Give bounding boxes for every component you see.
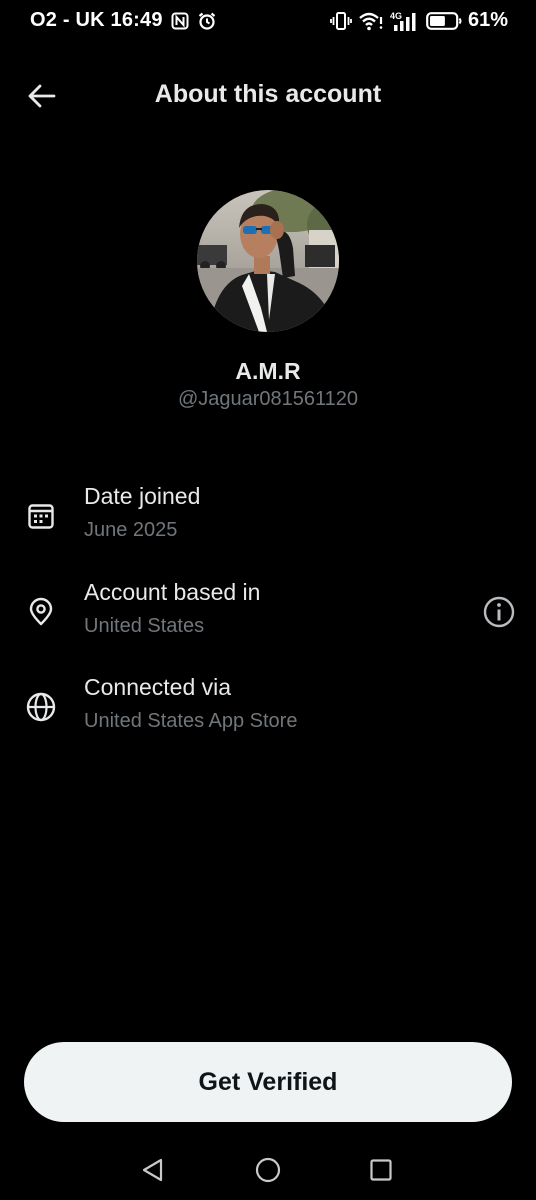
account-based-in-row: Account based in United States [0, 579, 536, 651]
handle: @Jaguar081561120 [177, 388, 359, 410]
nfc-icon [171, 12, 189, 30]
signal-4g-icon: 4G [390, 10, 420, 32]
connected-via-label: Connected via [84, 674, 232, 700]
battery-percent: 61% [467, 9, 508, 31]
carrier-time: O2 - UK 16:49 [30, 9, 163, 31]
avatar[interactable] [197, 190, 339, 332]
back-triangle-icon [142, 1158, 163, 1182]
location-pin-icon [22, 593, 60, 631]
nav-back-button[interactable] [133, 1152, 173, 1188]
alarm-icon [197, 11, 217, 31]
date-joined-label: Date joined [84, 483, 201, 509]
date-joined-value: June 2025 [84, 519, 178, 541]
display-name: A.M.R [235, 358, 301, 384]
nav-recents-button[interactable] [361, 1152, 401, 1188]
avatar-photo [197, 190, 339, 332]
status-bar: O2 - UK 16:49 4G 61% [0, 0, 536, 40]
navigation-bar [0, 1140, 536, 1200]
account-based-in-value: United States [84, 615, 205, 637]
header: About this account [0, 70, 536, 122]
wifi-icon [358, 11, 384, 31]
date-joined-row: Date joined June 2025 [0, 483, 536, 555]
get-verified-button[interactable]: Get Verified [24, 1042, 512, 1122]
info-icon [483, 596, 515, 628]
recents-square-icon [370, 1159, 392, 1181]
info-button[interactable] [480, 593, 518, 631]
connected-via-row: Connected via United States App Store [0, 674, 536, 746]
vibrate-icon [330, 11, 352, 31]
network-label: 4G [390, 11, 402, 21]
status-left: O2 - UK 16:49 [30, 9, 217, 32]
page-title: About this account [154, 80, 382, 108]
home-circle-icon [255, 1157, 281, 1183]
globe-icon [22, 688, 60, 726]
calendar-icon [22, 497, 60, 535]
status-right: 4G 61% [330, 9, 508, 32]
battery-icon [426, 11, 462, 31]
account-based-in-label: Account based in [84, 579, 261, 605]
nav-home-button[interactable] [248, 1152, 288, 1188]
connected-via-value: United States App Store [84, 710, 298, 732]
